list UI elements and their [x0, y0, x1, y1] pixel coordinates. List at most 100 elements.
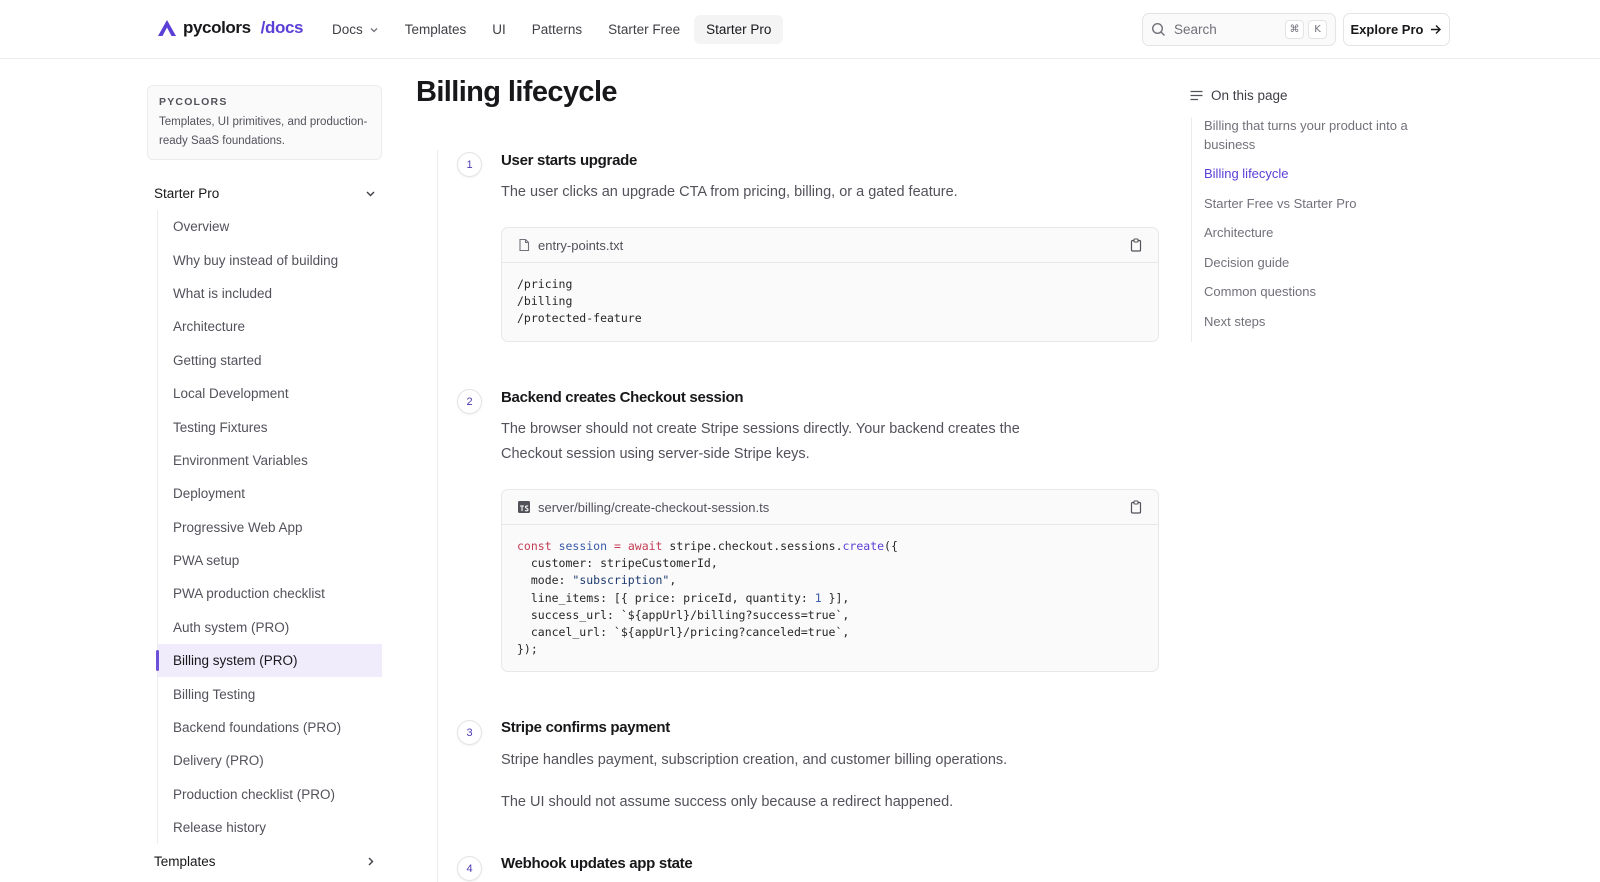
sidebar-nav-list: Overview Why buy instead of building Wha…: [156, 210, 382, 845]
code-token: line_items: [{ price: priceId, quantity:: [517, 590, 815, 605]
sidebar-item-testing-fixtures[interactable]: Testing Fixtures: [158, 410, 382, 443]
nav-patterns[interactable]: Patterns: [520, 15, 594, 44]
nav-ui[interactable]: UI: [480, 15, 518, 44]
page-title: Billing lifecycle: [416, 76, 618, 108]
step-number: 2: [457, 389, 482, 414]
shortcut-mod-key: ⌘: [1285, 20, 1304, 39]
sidebar-item-architecture[interactable]: Architecture: [158, 310, 382, 343]
code-token: =: [613, 539, 621, 553]
explore-pro-button[interactable]: Explore Pro: [1343, 13, 1450, 46]
list-icon: [1190, 90, 1203, 101]
brand-logo[interactable]: pycolors /docs: [157, 18, 303, 38]
toc-heading-label: On this page: [1211, 88, 1288, 103]
sidebar-item-overview[interactable]: Overview: [158, 210, 382, 243]
intro-text: Templates, UI primitives, and production…: [159, 116, 368, 147]
sidebar-item-why-buy[interactable]: Why buy instead of building: [158, 243, 382, 276]
code-token: const: [517, 539, 552, 553]
arrow-right-icon: [1431, 25, 1442, 34]
code-token: stripe.checkout.sessions.: [669, 539, 843, 553]
code-block-header: entry-points.txt: [502, 228, 1158, 263]
top-navigation-bar: pycolors /docs Docs Templates UI Pattern…: [0, 0, 1600, 59]
nav-docs-label: Docs: [332, 22, 363, 37]
code-block: entry-points.txt /pricing/billing/protec…: [501, 227, 1159, 342]
sidebar-item-production-checklist[interactable]: Production checklist (PRO): [158, 778, 382, 811]
sidebar-intro-card: PYCOLORS Templates, UI primitives, and p…: [147, 85, 382, 160]
sidebar-item-backend-foundations[interactable]: Backend foundations (PRO): [158, 711, 382, 744]
sidebar-item-getting-started[interactable]: Getting started: [158, 344, 382, 377]
step-number: 1: [457, 152, 482, 177]
chevron-down-icon: [370, 27, 378, 32]
sidebar-item-auth-system[interactable]: Auth system (PRO): [158, 611, 382, 644]
step-number: 4: [457, 856, 482, 881]
nav-templates[interactable]: Templates: [393, 15, 479, 44]
code-block: server/billing/create-checkout-session.t…: [501, 489, 1159, 673]
toc-item[interactable]: Architecture: [1204, 224, 1441, 243]
search-input[interactable]: Search ⌘ K: [1142, 13, 1336, 46]
sidebar-item-local-development[interactable]: Local Development: [158, 377, 382, 410]
toc-item[interactable]: Common questions: [1204, 283, 1441, 302]
sidebar-item-billing-system[interactable]: Billing system (PRO): [156, 644, 382, 678]
toc-item-active[interactable]: Billing lifecycle: [1204, 165, 1441, 184]
code-token: "subscription": [572, 573, 670, 588]
clipboard-copy-icon[interactable]: [1129, 238, 1143, 252]
intro-eyebrow: PYCOLORS: [159, 96, 228, 108]
code-line: /protected-feature: [517, 311, 642, 326]
code-line: line_items: [{ price: priceId, quantity:…: [517, 590, 1143, 607]
nav-starter-pro[interactable]: Starter Pro: [694, 15, 784, 44]
sidebar-item-pwa[interactable]: Progressive Web App: [158, 511, 382, 544]
code-line: mode: "subscription",: [517, 572, 1143, 589]
step-description: The browser should not create Stripe ses…: [501, 421, 1020, 462]
code-token: mode:: [517, 573, 573, 588]
explore-pro-label: Explore Pro: [1350, 22, 1424, 37]
sidebar-item-pwa-setup[interactable]: PWA setup: [158, 544, 382, 577]
code-token: ({: [884, 539, 898, 553]
nav-starter-free[interactable]: Starter Free: [596, 15, 692, 44]
code-token: session: [558, 539, 608, 553]
toc-item[interactable]: Next steps: [1204, 313, 1441, 332]
file-icon: [519, 238, 530, 252]
code-line: });: [517, 642, 538, 657]
code-line: const session = await stripe.checkout.se…: [517, 538, 1143, 555]
step-number: 3: [457, 720, 482, 745]
sidebar-group-templates[interactable]: Templates: [154, 849, 376, 873]
toc-item[interactable]: Decision guide: [1204, 254, 1441, 273]
sidebar-group-starter-pro[interactable]: Starter Pro: [154, 181, 376, 205]
code-token: ,: [669, 573, 677, 588]
step-description: Stripe handles payment, subscription cre…: [501, 752, 1008, 768]
code-block-header: server/billing/create-checkout-session.t…: [502, 490, 1158, 525]
code-token: }],: [821, 590, 850, 605]
code-line: cancel_url: `${appUrl}/pricing?canceled=…: [517, 625, 850, 640]
nav-docs[interactable]: Docs: [320, 15, 391, 44]
code-line: /pricing: [517, 277, 573, 291]
steps-rail: [437, 150, 438, 882]
step-title: Stripe confirms payment: [501, 719, 670, 736]
toc-item[interactable]: Starter Free vs Starter Pro: [1204, 195, 1441, 214]
code-token: create: [842, 539, 885, 553]
code-file-name: server/billing/create-checkout-session.t…: [538, 499, 770, 515]
sidebar-item-delivery[interactable]: Delivery (PRO): [158, 744, 382, 777]
shortcut-k-key: K: [1308, 20, 1327, 39]
brand-docs-label: /docs: [260, 18, 304, 37]
step-description: The user clicks an upgrade CTA from pric…: [501, 184, 958, 200]
toc-heading: On this page: [1190, 88, 1288, 103]
step-title: Backend creates Checkout session: [501, 389, 744, 406]
sidebar-item-release-history[interactable]: Release history: [158, 811, 382, 844]
chevron-right-icon: [368, 857, 374, 865]
sidebar-item-what-is-included[interactable]: What is included: [158, 277, 382, 310]
clipboard-copy-icon[interactable]: [1129, 500, 1143, 514]
toc-item[interactable]: Billing that turns your product into a b…: [1204, 117, 1441, 154]
sidebar-item-pwa-checklist[interactable]: PWA production checklist: [158, 577, 382, 610]
main-nav: Docs Templates UI Patterns Starter Free …: [320, 15, 785, 44]
code-file-name: entry-points.txt: [538, 237, 624, 253]
code-line: /billing: [517, 294, 573, 309]
sidebar-group-label: Templates: [154, 853, 216, 869]
search-placeholder: Search: [1174, 22, 1217, 37]
step-description: The UI should not assume success only be…: [501, 794, 954, 810]
sidebar-item-deployment[interactable]: Deployment: [158, 477, 382, 510]
code-content: const session = await stripe.checkout.se…: [502, 525, 1158, 671]
typescript-file-icon: [518, 501, 530, 513]
toc-list: Billing that turns your product into a b…: [1191, 117, 1441, 342]
sidebar-item-billing-testing[interactable]: Billing Testing: [158, 677, 382, 710]
search-icon: [1151, 22, 1165, 36]
sidebar-item-environment-variables[interactable]: Environment Variables: [158, 444, 382, 477]
